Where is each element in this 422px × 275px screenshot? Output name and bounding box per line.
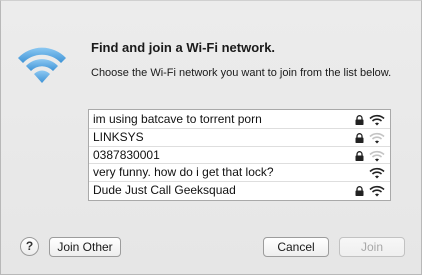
network-name: very funny. how do i get that lock? xyxy=(93,165,274,180)
join-other-button[interactable]: Join Other xyxy=(49,237,121,257)
network-name: im using batcave to torrent porn xyxy=(93,112,262,126)
wifi-signal-full-icon xyxy=(369,186,385,197)
network-row[interactable]: im using batcave to torrent porn xyxy=(89,111,390,129)
lock-icon xyxy=(355,115,364,125)
lock-icon xyxy=(355,186,364,197)
network-row[interactable]: very funny. how do i get that lock? xyxy=(89,164,390,183)
network-row[interactable]: LINKSYS xyxy=(89,129,390,147)
help-button[interactable]: ? xyxy=(20,237,39,256)
network-name: LINKSYS xyxy=(93,129,144,144)
cancel-button[interactable]: Cancel xyxy=(263,237,329,257)
dialog-subtitle: Choose the Wi-Fi network you want to joi… xyxy=(91,67,392,79)
wifi-signal-weak-icon xyxy=(369,132,385,144)
join-button[interactable]: Join xyxy=(339,237,405,257)
network-row[interactable]: 0387830001 xyxy=(89,147,390,165)
lock-icon xyxy=(355,150,364,161)
network-name: 0387830001 xyxy=(93,147,160,162)
wifi-signal-weak-icon xyxy=(369,150,385,162)
network-name: Dude Just Call Geeksquad xyxy=(93,183,236,198)
wifi-join-dialog: Find and join a Wi-Fi network. Choose th… xyxy=(0,0,422,275)
wifi-signal-full-icon xyxy=(369,114,385,126)
wifi-signal-full-icon xyxy=(369,168,385,179)
lock-icon xyxy=(355,132,364,143)
network-row[interactable]: Dude Just Call Geeksquad xyxy=(89,182,390,200)
network-list[interactable]: im using batcave to torrent porn LINKSYS xyxy=(88,109,391,201)
wifi-logo-icon xyxy=(18,47,66,83)
dialog-title: Find and join a Wi-Fi network. xyxy=(91,40,276,55)
